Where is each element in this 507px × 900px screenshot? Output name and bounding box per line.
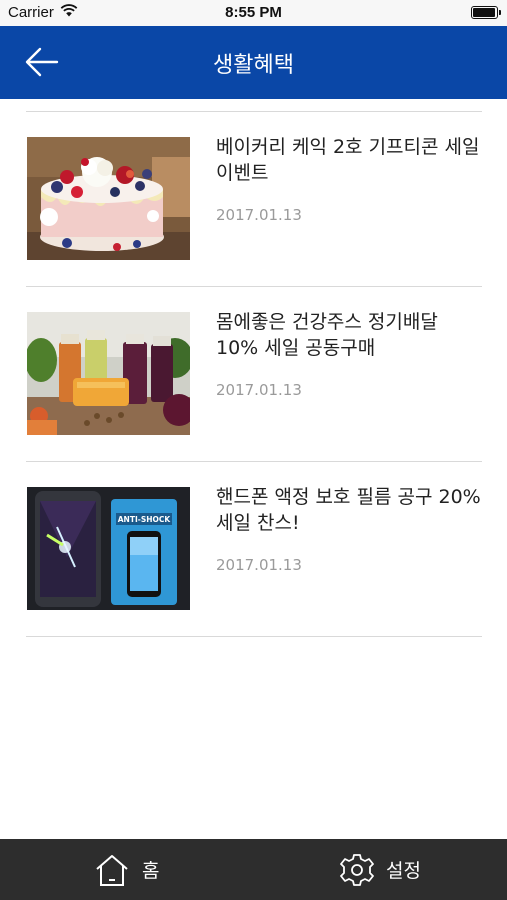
home-icon	[96, 854, 128, 886]
juice-photo	[27, 312, 190, 435]
tab-settings-label: 설정	[386, 860, 421, 882]
status-time: 8:55 PM	[225, 4, 282, 21]
status-bar: Carrier 8:55 PM	[0, 0, 507, 26]
gear-icon	[340, 853, 374, 886]
cake-photo	[27, 137, 190, 260]
tab-home[interactable]: 홈	[94, 839, 159, 900]
tab-bar: 홈 설정	[0, 839, 507, 900]
item-date: 2017.01.13	[216, 381, 302, 399]
item-title: 핸드폰 액정 보호 필름 공구 20% 세일 찬스!	[216, 486, 481, 534]
page-title: 생활혜택	[213, 53, 294, 78]
item-title: 베이커리 케익 2호 기프티콘 세일이벤트	[216, 136, 480, 184]
tab-settings[interactable]: 설정	[340, 839, 421, 900]
battery-level	[473, 8, 495, 17]
battery-icon	[471, 6, 501, 19]
nav-bar: 생활혜택	[0, 26, 507, 99]
screen-protector-photo: ANTI-SHOCK	[27, 487, 190, 610]
item-title: 몸에좋은 건강주스 정기배달 10% 세일 공동구매	[216, 311, 438, 359]
benefit-list: 베이커리 케익 2호 기프티콘 세일이벤트 2017.01.13 몸에좋은 건강…	[26, 111, 482, 637]
list-item-screen-protector[interactable]: ANTI-SHOCK 핸드폰 액정 보호 필름 공구 20% 세일 찬스! 20…	[26, 462, 482, 636]
list-item-juice[interactable]: 몸에좋은 건강주스 정기배달 10% 세일 공동구매 2017.01.13	[26, 287, 482, 461]
item-date: 2017.01.13	[216, 206, 302, 224]
divider	[26, 636, 482, 637]
item-date: 2017.01.13	[216, 556, 302, 574]
svg-text:ANTI-SHOCK: ANTI-SHOCK	[118, 515, 172, 524]
tab-home-label: 홈	[142, 860, 160, 882]
list-item-cake[interactable]: 베이커리 케익 2호 기프티콘 세일이벤트 2017.01.13	[26, 112, 482, 286]
